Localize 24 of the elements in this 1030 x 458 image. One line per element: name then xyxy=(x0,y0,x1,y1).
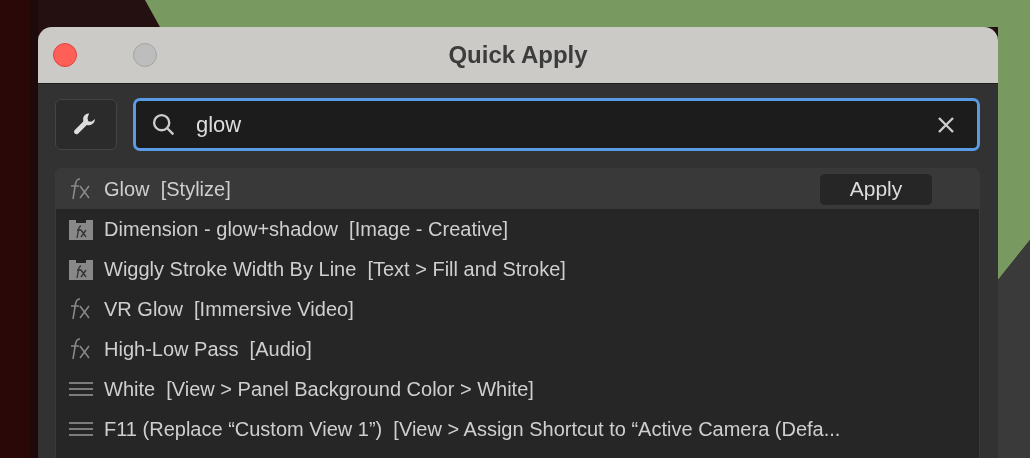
result-label: Glow [Stylize] xyxy=(104,177,232,201)
result-item[interactable]: F11 (Replace “Custom View 1”) [View > Assign Shortcut to “Active Camera (Defa... xyxy=(56,409,979,449)
result-label: High-Low Pass [Audio] xyxy=(104,337,313,361)
wrench-button[interactable] xyxy=(55,99,117,150)
result-item[interactable]: White [View > Panel Background Color > White] xyxy=(56,369,979,409)
apply-button[interactable]: Apply xyxy=(819,172,933,206)
menu-icon xyxy=(68,421,94,437)
result-item[interactable]: VR Glow [Immersive Video] xyxy=(56,289,979,329)
search-box[interactable]: glow xyxy=(133,98,980,151)
result-label: Dimension - glow+shadow [Image - Creative] xyxy=(104,217,510,241)
result-label: White [View > Panel Background Color > White] xyxy=(104,377,535,401)
result-item[interactable]: Dimension - glow+shadow [Image - Creative] xyxy=(56,209,979,249)
result-label: F11 (Replace “Custom View 1”) [View > Assign Shortcut to “Active Camera (Defa... xyxy=(104,417,842,441)
menu-icon xyxy=(68,381,94,397)
clear-icon[interactable] xyxy=(937,115,955,134)
result-item[interactable]: Glow [Stylize] Apply xyxy=(56,169,979,209)
window-title: Quick Apply xyxy=(448,41,588,69)
preset-icon xyxy=(68,217,94,241)
result-label: VR Glow [Immersive Video] xyxy=(104,297,355,321)
result-label: Wiggly Stroke Width By Line [Text > Fill and Stroke] xyxy=(104,257,567,281)
result-item[interactable]: High-Low Pass [Audio] xyxy=(56,329,979,369)
result-item[interactable]: Wiggly Stroke Width By Line [Text > Fill and Stroke] xyxy=(56,249,979,289)
search-input[interactable]: glow xyxy=(196,111,937,138)
preset-icon xyxy=(68,257,94,281)
